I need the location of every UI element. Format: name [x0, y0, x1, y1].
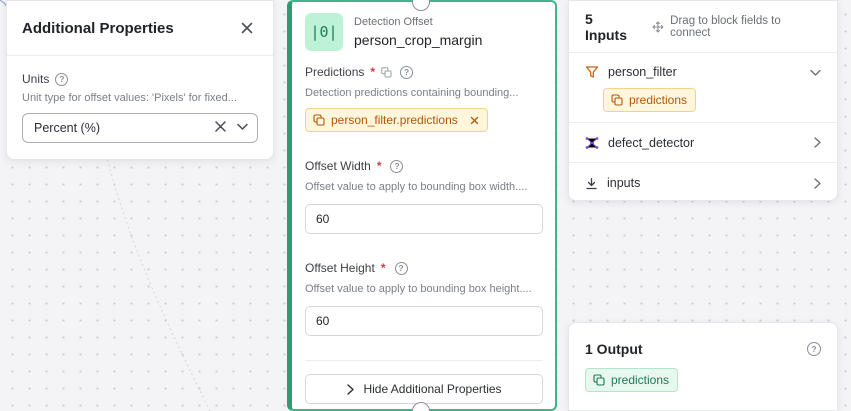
- offset-height-label: Offset Height: [305, 261, 375, 275]
- divider: [305, 360, 543, 361]
- additional-properties-header: Additional Properties: [7, 1, 273, 56]
- help-icon[interactable]: ?: [394, 261, 408, 275]
- chevron-down-icon[interactable]: [809, 66, 822, 79]
- remove-connection-icon[interactable]: [470, 116, 479, 125]
- offset-width-description: Offset value to apply to bounding box wi…: [305, 181, 528, 193]
- hide-additional-properties-label: Hide Additional Properties: [363, 382, 502, 396]
- clear-icon: [215, 121, 226, 132]
- chevron-right-icon[interactable]: [813, 136, 822, 149]
- offset-height-description: Offset value to apply to bounding box he…: [305, 283, 532, 295]
- offset-height-label-row: Offset Height * ?: [305, 261, 543, 275]
- chevron-right-icon: [347, 383, 355, 395]
- output-field-chip[interactable]: predictions: [603, 88, 697, 112]
- output-field-chip-label: predictions: [629, 93, 688, 107]
- offset-width-field: Offset Width * ? Offset value to apply t…: [292, 159, 555, 234]
- outputs-header: 1 Output ?: [569, 323, 837, 357]
- offset-width-label-row: Offset Width * ?: [305, 159, 543, 173]
- predictions-description: Detection predictions containing boundin…: [305, 87, 519, 99]
- predictions-field: Predictions * ? Detection predictions co…: [292, 65, 555, 132]
- hide-additional-properties-button[interactable]: Hide Additional Properties: [305, 374, 543, 404]
- units-label-row: Units ?: [22, 72, 258, 86]
- units-selected-value: Percent (%): [34, 121, 100, 135]
- help-icon[interactable]: ?: [807, 342, 821, 356]
- outputs-count: 1 Output: [585, 341, 643, 357]
- units-label: Units: [22, 72, 50, 86]
- input-item-defect-detector[interactable]: defect_detector: [569, 123, 837, 163]
- input-item-label: defect_detector: [608, 135, 695, 150]
- move-icon: [652, 20, 664, 33]
- predictions-chip-label: person_filter.predictions: [331, 113, 458, 127]
- download-icon: [586, 177, 597, 189]
- inputs-header: 5 Inputs Drag to block fields to connect: [569, 1, 837, 53]
- chevron-down-icon: [237, 123, 248, 130]
- input-item-label: inputs: [607, 176, 641, 190]
- node-type-label: Detection Offset: [354, 16, 433, 28]
- input-row-header[interactable]: person_filter: [569, 56, 837, 88]
- required-marker: *: [370, 65, 376, 79]
- offset-height-field: Offset Height * ? Offset value to apply …: [292, 261, 555, 336]
- additional-properties-panel: Additional Properties Units ? Unit type …: [6, 0, 274, 160]
- required-marker: *: [380, 261, 386, 275]
- drag-hint-text: Drag to block fields to connect: [670, 14, 781, 39]
- outputs-panel: 1 Output ? predictions: [568, 322, 838, 411]
- units-select[interactable]: Percent (%): [22, 113, 258, 143]
- predictions-label: Predictions: [305, 65, 365, 79]
- input-item-label: person_filter: [608, 65, 677, 79]
- offset-width-input[interactable]: 60: [305, 204, 543, 234]
- detection-offset-icon: |0|: [305, 13, 343, 51]
- input-item-inputs[interactable]: inputs: [569, 163, 837, 203]
- detection-offset-node[interactable]: |0| Detection Offset person_crop_margin …: [287, 0, 557, 411]
- close-icon: [241, 22, 253, 34]
- units-description: Unit type for offset values: 'Pixels' fo…: [22, 92, 237, 104]
- clear-selection-button[interactable]: [215, 121, 226, 135]
- offset-width-label: Offset Width: [305, 159, 371, 173]
- help-icon[interactable]: ?: [400, 65, 414, 79]
- units-dropdown-toggle[interactable]: [236, 120, 249, 136]
- close-button[interactable]: [237, 18, 257, 38]
- chevron-right-icon[interactable]: [813, 177, 822, 190]
- output-chip[interactable]: predictions: [585, 368, 679, 392]
- link-output-icon: [313, 114, 325, 126]
- additional-properties-title: Additional Properties: [22, 19, 174, 37]
- link-output-icon: [593, 374, 605, 386]
- predictions-connection-chip[interactable]: person_filter.predictions: [305, 108, 488, 132]
- predictions-label-row: Predictions * ?: [305, 65, 543, 79]
- help-icon[interactable]: ?: [55, 72, 69, 86]
- model-graph-icon: [585, 136, 599, 149]
- inputs-panel: 5 Inputs Drag to block fields to connect…: [568, 0, 838, 201]
- node-name: person_crop_margin: [354, 32, 483, 48]
- offset-height-input[interactable]: 60: [305, 306, 543, 336]
- link-output-icon: [611, 94, 623, 106]
- required-marker: *: [376, 159, 382, 173]
- copy-link-icon: [381, 66, 392, 77]
- input-item-person-filter: person_filter predictions: [569, 56, 837, 123]
- filter-icon: [585, 66, 599, 78]
- help-icon[interactable]: ?: [390, 159, 404, 173]
- drag-hint: Drag to block fields to connect: [652, 15, 823, 39]
- inputs-count: 5 Inputs: [585, 10, 627, 43]
- output-chip-label: predictions: [611, 373, 670, 387]
